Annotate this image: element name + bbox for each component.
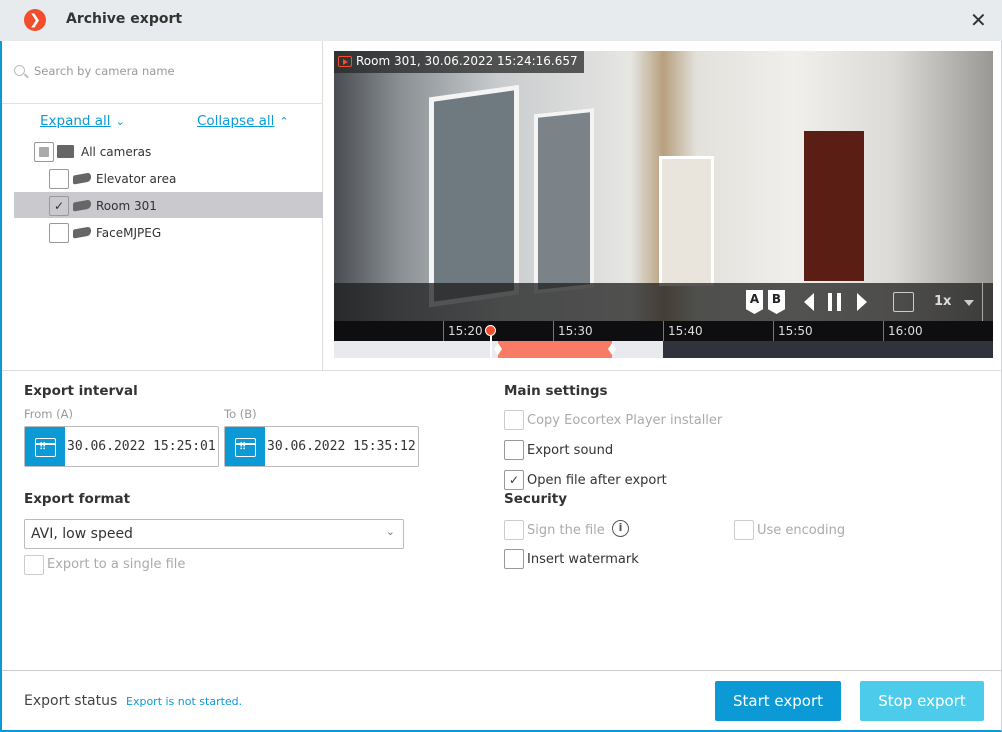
export-format-heading: Export format: [24, 491, 131, 507]
divider: [2, 370, 1002, 371]
video-frame: [334, 51, 993, 321]
tree-item-label[interactable]: FaceMJPEG: [96, 226, 161, 240]
start-export-button[interactable]: Start export: [715, 681, 841, 721]
timeline-tick: [773, 321, 774, 341]
export-sound-checkbox[interactable]: [504, 440, 524, 460]
export-sound-label: Export sound: [527, 443, 614, 458]
collapse-all-button[interactable]: Collapse all ⌃: [197, 110, 289, 129]
camera-search-input[interactable]: [34, 64, 314, 78]
tree-item-checkbox[interactable]: ✓: [49, 196, 69, 216]
export-format-value: AVI, low speed: [31, 526, 133, 542]
use-encoding-checkbox[interactable]: [734, 520, 754, 540]
expand-all-button[interactable]: Expand all ⌄: [40, 110, 125, 129]
divider: [2, 670, 1002, 671]
pause-icon[interactable]: [828, 293, 841, 311]
export-status-label: Export status: [24, 693, 118, 709]
export-selection-range[interactable]: [498, 341, 612, 358]
copy-installer-label: Copy Eocortex Player installer: [527, 413, 723, 428]
video-scene-detail: [804, 131, 864, 281]
tree-root-label: All cameras: [81, 145, 152, 159]
mark-b-button[interactable]: B: [768, 290, 785, 314]
info-icon[interactable]: i: [612, 520, 629, 537]
timeline-tick: [663, 321, 664, 341]
video-scene-detail: [534, 107, 594, 295]
chevron-up-icon: ⌃: [279, 115, 289, 128]
search-icon: [14, 65, 25, 76]
timeline-tick: [883, 321, 884, 341]
speed-selector[interactable]: 1x: [934, 294, 951, 309]
use-encoding-label: Use encoding: [757, 523, 846, 538]
folder-icon: [57, 145, 74, 158]
video-scene-detail: [659, 156, 714, 286]
stop-export-button[interactable]: Stop export: [860, 681, 984, 721]
insert-watermark-checkbox[interactable]: [504, 549, 524, 569]
timeline-tick-label: 15:40: [668, 324, 703, 338]
open-after-export-label: Open file after export: [527, 473, 667, 488]
export-status-value: Export is not started.: [126, 695, 243, 708]
close-icon[interactable]: ✕: [970, 8, 987, 32]
speed-dropdown-icon[interactable]: [964, 300, 974, 306]
overlay-text: Room 301, 30.06.2022 15:24:16.657: [356, 54, 578, 68]
single-file-label: Export to a single file: [47, 557, 186, 572]
sign-file-label: Sign the file: [527, 523, 605, 538]
from-value[interactable]: 30.06.2022 15:25:01: [65, 427, 216, 466]
all-cameras-checkbox[interactable]: [34, 142, 54, 162]
video-scene-detail: [429, 84, 519, 308]
chevron-down-icon: ⌄: [385, 525, 395, 538]
open-after-export-checkbox[interactable]: ✓: [504, 470, 524, 490]
playback-cursor-handle[interactable]: [485, 325, 496, 336]
from-label: From (A): [24, 407, 73, 421]
timeline-tick-label: 15:20: [448, 324, 483, 338]
from-datetime-field[interactable]: 30.06.2022 15:25:01: [24, 426, 219, 467]
copy-installer-checkbox[interactable]: [504, 410, 524, 430]
timeline-tick-label: 16:00: [888, 324, 923, 338]
calendar-icon: [35, 438, 56, 457]
chevron-down-icon: ⌄: [115, 115, 125, 128]
step-back-icon[interactable]: [804, 293, 814, 311]
single-file-checkbox[interactable]: [24, 555, 44, 575]
timeline-tick: [553, 321, 554, 341]
calendar-button[interactable]: [225, 427, 265, 466]
insert-watermark-label: Insert watermark: [527, 552, 639, 567]
to-value[interactable]: 30.06.2022 15:35:12: [265, 427, 416, 466]
timeline-tick-label: 15:30: [558, 324, 593, 338]
video-player[interactable]: Room 301, 30.06.2022 15:24:16.657 A B 1x…: [334, 51, 993, 358]
collapse-all-link[interactable]: Collapse all: [197, 113, 274, 129]
to-datetime-field[interactable]: 30.06.2022 15:35:12: [224, 426, 419, 467]
mark-a-button[interactable]: A: [746, 290, 763, 314]
divider: [2, 103, 323, 104]
calendar-icon[interactable]: [893, 292, 914, 312]
tree-item-checkbox[interactable]: [49, 223, 69, 243]
tree-item-checkbox[interactable]: [49, 169, 69, 189]
calendar-icon: [235, 438, 256, 457]
tree-item-label[interactable]: Room 301: [96, 199, 157, 213]
window-title: Archive export: [66, 11, 183, 27]
timeline-scale[interactable]: 15:20 15:30 15:40 15:50 16:00: [334, 321, 993, 341]
main-settings-heading: Main settings: [504, 383, 608, 399]
expand-all-link[interactable]: Expand all: [40, 113, 111, 129]
export-format-select[interactable]: AVI, low speed ⌄: [24, 519, 404, 549]
video-icon: [338, 56, 352, 67]
step-forward-icon[interactable]: [857, 293, 867, 311]
timeline-tick-label: 15:50: [778, 324, 813, 338]
player-controls: A B 1x: [334, 283, 993, 321]
tree-item-label: Elevator area: [96, 172, 177, 186]
divider: [982, 283, 983, 321]
archive-range-bar[interactable]: [334, 341, 993, 358]
security-heading: Security: [504, 491, 568, 507]
app-logo-icon: ❯: [24, 9, 46, 31]
timeline-tick: [443, 321, 444, 341]
export-interval-heading: Export interval: [24, 383, 138, 399]
calendar-button[interactable]: [25, 427, 65, 466]
to-label: To (B): [224, 407, 257, 421]
sign-file-checkbox[interactable]: [504, 520, 524, 540]
video-overlay-title: Room 301, 30.06.2022 15:24:16.657: [334, 51, 584, 73]
